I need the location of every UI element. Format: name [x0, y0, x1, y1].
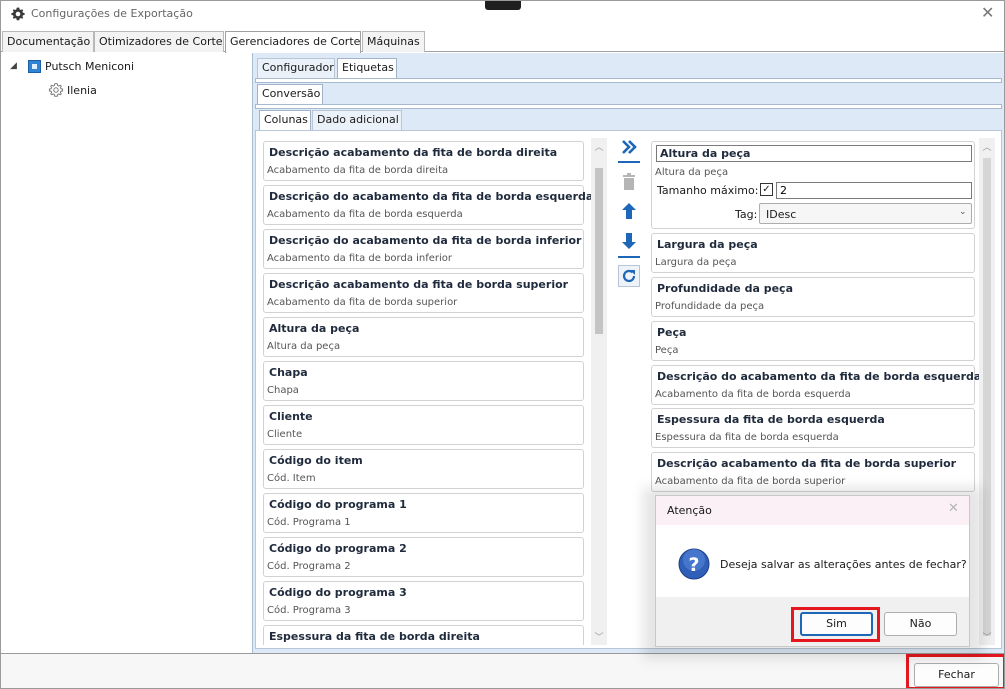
list-item[interactable]: Código do programa 2 Cód. Programa 2 — [263, 537, 584, 577]
tree-item-ilenia[interactable]: Ilenia — [67, 84, 97, 97]
list-item[interactable]: Código do programa 3 Cód. Programa 3 — [263, 581, 584, 621]
close-button-highlight — [906, 654, 1004, 688]
yes-button-highlight — [791, 607, 880, 642]
list-item[interactable]: Descrição acabamento da fita de borda di… — [263, 141, 584, 181]
main-tab-strip: Documentação Otimizadores de Corte Geren… — [1, 31, 1004, 53]
separator — [618, 161, 640, 163]
available-scrollbar[interactable]: ︿ ﹀ — [591, 138, 607, 645]
tab-otimizadores-de-corte[interactable]: Otimizadores de Corte — [94, 31, 224, 52]
dialog-title: Atenção — [667, 504, 712, 517]
cube-icon — [28, 60, 41, 73]
list-item[interactable]: Espessura da fita de borda direita — [263, 625, 584, 645]
arrow-up-icon — [622, 203, 636, 219]
dialog-close-icon[interactable]: ✕ — [948, 501, 959, 516]
chevron-down-icon: ⌄ — [959, 207, 967, 217]
svg-text:?: ? — [688, 554, 699, 576]
scroll-thumb[interactable] — [983, 158, 991, 636]
list-item[interactable]: Espessura da fita de borda esquerda Espes… — [651, 408, 975, 448]
list-item[interactable]: Chapa Chapa — [263, 361, 584, 401]
gear-icon — [11, 7, 25, 21]
scroll-down-icon[interactable]: ﹀ — [592, 630, 606, 643]
max-size-checkbox[interactable]: ✓ — [760, 183, 773, 196]
max-size-label: Tamanho máximo: — [657, 184, 759, 197]
title-bar: Configurações de Exportação ✕ — [1, 1, 1004, 31]
tab-dado-adicional[interactable]: Dado adicional — [312, 110, 402, 130]
list-item[interactable]: Cliente Cliente — [263, 405, 584, 445]
tab-etiquetas[interactable]: Etiquetas — [337, 58, 397, 78]
list-item[interactable]: Descrição do acabamento da fita de borda… — [263, 185, 593, 225]
double-chevron-right-icon — [622, 140, 637, 154]
scroll-up-icon[interactable]: ︿ — [980, 140, 994, 153]
no-button[interactable]: Não — [884, 612, 957, 636]
tree-item-putsch-meniconi[interactable]: Putsch Meniconi — [45, 60, 134, 73]
tab-colunas[interactable]: Colunas — [259, 110, 311, 130]
add-column-button[interactable] — [618, 136, 640, 158]
tab-gerenciadores-de-corte[interactable]: Gerenciadores de Corte — [225, 31, 361, 53]
export-settings-window: Configurações de Exportação ✕ Documentaç… — [0, 0, 1005, 689]
selected-column-card: Altura da peça Tamanho máximo: ✓ Tag: ID… — [651, 141, 975, 229]
camera-notch — [485, 1, 521, 10]
list-item[interactable]: Largura da peça Largura da peça — [651, 233, 975, 273]
tab-conversao[interactable]: Conversão — [257, 84, 323, 104]
list-item[interactable]: Código do item Cód. Item — [263, 449, 584, 489]
separator — [618, 256, 640, 258]
max-size-field[interactable] — [776, 182, 972, 199]
list-item[interactable]: Código do programa 1 Cód. Programa 1 — [263, 493, 584, 533]
list-item[interactable]: Descrição acabamento da fita de borda su… — [651, 452, 975, 492]
move-down-button[interactable] — [618, 230, 640, 252]
available-columns-list: Descrição acabamento da fita de borda di… — [263, 138, 608, 645]
refresh-icon — [622, 269, 636, 283]
list-item[interactable]: Descrição acabamento da fita de borda su… — [263, 273, 584, 313]
manager-tree: ◢ Putsch Meniconi Ilenia — [1, 53, 251, 653]
dialog-header: Atenção ✕ — [656, 496, 969, 525]
gear-icon — [48, 82, 64, 97]
list-item[interactable]: Descrição do acabamento da fita de borda… — [651, 365, 981, 405]
trash-icon — [623, 173, 635, 190]
expand-arrow-icon[interactable]: ◢ — [10, 61, 17, 71]
dialog-message: Deseja salvar as alterações antes de fec… — [720, 558, 967, 571]
column-subtitle: Altura da peça — [655, 167, 729, 178]
tab-documentacao[interactable]: Documentação — [2, 31, 94, 52]
tab-maquinas[interactable]: Máquinas — [362, 31, 425, 52]
list-item[interactable]: Descrição do acabamento da fita de borda… — [263, 229, 584, 269]
list-item[interactable]: Altura da peça Altura da peça — [263, 317, 584, 357]
scroll-thumb[interactable] — [595, 168, 603, 334]
conversion-band — [255, 104, 1002, 109]
window-title: Configurações de Exportação — [31, 7, 193, 20]
tag-select-value: IDesc — [766, 208, 797, 221]
question-icon: ? — [678, 548, 710, 580]
tab-configurador[interactable]: Configurador — [257, 58, 335, 78]
scroll-up-icon[interactable]: ︿ — [592, 140, 606, 153]
move-up-button[interactable] — [618, 200, 640, 222]
arrow-down-icon — [622, 233, 636, 249]
tab-content-band — [255, 78, 1002, 83]
column-title-field[interactable] — [656, 145, 972, 162]
list-item[interactable]: Profundidade da peça Profundidade da peça — [651, 277, 975, 317]
tag-select[interactable]: IDesc ⌄ — [759, 203, 972, 224]
remove-column-button[interactable] — [618, 171, 640, 193]
reset-button[interactable] — [618, 265, 640, 287]
list-item[interactable]: Peça Peça — [651, 321, 975, 361]
close-icon[interactable]: ✕ — [981, 3, 994, 22]
tag-label: Tag: — [735, 208, 758, 221]
